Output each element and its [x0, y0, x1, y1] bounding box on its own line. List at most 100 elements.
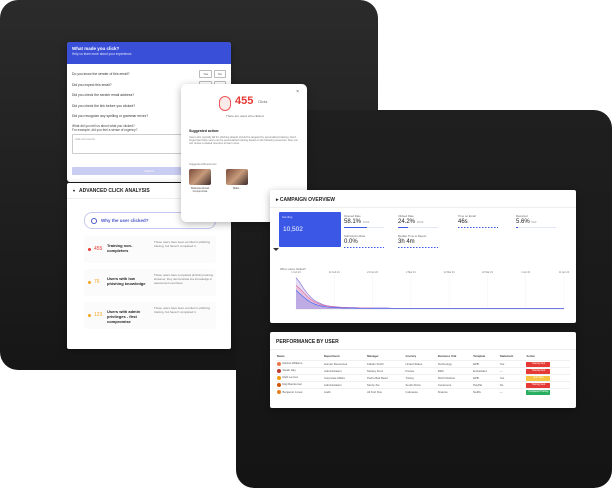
kpi-value: 46s — [458, 219, 498, 225]
action-badge[interactable]: Training Sent — [526, 382, 551, 388]
cell-manager: Monty Xie — [366, 380, 405, 388]
sending-value: 10,502 — [283, 226, 303, 233]
performance-by-user-card: PERFORMANCE BY USER Name Department Manage… — [270, 332, 576, 408]
action-badge[interactable]: Quiz Sent — [526, 375, 551, 381]
user-name: Rachel Williams — [282, 361, 303, 366]
column-header[interactable]: Department — [323, 352, 366, 360]
kpi-value: 0.0% — [344, 239, 384, 245]
collapse-icon[interactable]: ▾ — [73, 188, 75, 193]
user-name: Benjamin Jones — [282, 389, 303, 394]
cell-department: Human Resources — [322, 359, 367, 367]
cell-statement: No — [498, 380, 526, 388]
expand-icon[interactable] — [273, 248, 279, 251]
segment-count: 76 — [94, 279, 100, 285]
column-header[interactable]: Manager — [366, 352, 404, 360]
table-row[interactable]: Raji Ramkumar Administration Monty Xie Sout… — [276, 380, 570, 388]
x-tick-label: 22 Mar 24 — [482, 271, 493, 274]
table-row[interactable]: Sarah Hay Administration Mosley Knox France… — [276, 366, 570, 374]
series-line — [295, 277, 564, 309]
question-text: Did you recognize any spelling or gramma… — [72, 114, 149, 119]
segment-description: These users have been enrolled in phishi… — [154, 306, 210, 314]
column-header[interactable]: Template — [472, 352, 499, 360]
cell-statement: Yes — [498, 359, 526, 367]
kpi-sub: 6104 — [362, 220, 370, 224]
segment-label: Users with low phishing knowledge — [107, 276, 146, 286]
cell-country: United States — [404, 359, 437, 367]
cell-department: Administration — [322, 380, 367, 388]
table-row[interactable]: Rachel Williams Human Resources Fabian Smi… — [276, 359, 570, 367]
column-header[interactable]: Action — [525, 352, 570, 360]
click-segment[interactable]: 123 Users with admin privileges - first c… — [84, 302, 216, 329]
cell-name: Rahi Lennox — [276, 373, 323, 381]
resource-thumbnail[interactable] — [226, 169, 248, 185]
cell-action: Quiz Sent — [525, 373, 570, 381]
resources-label: Suggested Resources — [189, 162, 217, 166]
x-tick-label: 21 Feb 24 — [367, 271, 378, 274]
series-line — [295, 284, 564, 309]
table-row[interactable]: Benjamin Jones Audit Ali Kurt Nox Indonesia… — [276, 387, 570, 395]
column-header[interactable]: Business Unit — [437, 352, 472, 360]
kpi-tile[interactable]: Submission Rate 0.0% — [344, 234, 384, 248]
segment-dot — [88, 281, 91, 284]
cell-name: Rachel Williams — [276, 359, 323, 367]
divider — [270, 207, 576, 208]
click-segment[interactable]: 76 Users with low phishing knowledge These… — [84, 269, 216, 296]
cell-statement: — — [498, 387, 526, 395]
yes-button[interactable]: Yes — [199, 70, 213, 79]
column-header[interactable]: Country — [405, 352, 437, 360]
kpi-label: Time on Email — [458, 214, 476, 218]
kpi-tile[interactable]: Clicked Rate 24.2% 2545 — [398, 214, 438, 228]
kpi-sub: 593 — [531, 220, 537, 224]
kpi-label: Clicked Rate — [398, 214, 414, 218]
cell-action: Training Sent — [525, 359, 570, 367]
survey-question-row: Do you know the sender of this email? Yes… — [67, 69, 231, 80]
kpi-label: Submission Rate — [344, 234, 366, 238]
divider — [270, 349, 576, 350]
action-badge[interactable]: Training Sent — [526, 368, 551, 374]
overview-title[interactable]: ▸ CAMPAIGN OVERVIEW — [276, 197, 335, 203]
cell-manager: Pedro Bell Read — [366, 373, 405, 381]
suggested-action-text: Users who typically fall for phishing at… — [189, 136, 298, 146]
cell-name: Benjamin Jones — [276, 387, 323, 395]
kpi-label: Reported — [516, 214, 528, 218]
kpi-progress-fill — [344, 226, 368, 228]
cell-country: Turkey — [404, 373, 437, 381]
column-header[interactable]: Name — [276, 352, 323, 360]
yes-no-toggle: YesNo — [199, 70, 226, 79]
kpi-value: 3h 4m — [398, 239, 438, 245]
kpi-tile[interactable]: Opened Rate 58.1% 6104 — [344, 214, 384, 228]
question-text: Did you check the link before you clicke… — [72, 103, 136, 108]
action-badge[interactable]: Training Sent — [526, 361, 551, 367]
click-segment[interactable]: 455 Training non-completers These users ha… — [84, 236, 216, 263]
kpi-value-text: 24.2% — [398, 219, 416, 225]
kpi-value: 24.2% 2545 — [398, 219, 438, 225]
column-header[interactable]: Statement — [499, 352, 526, 360]
series-area — [296, 277, 564, 309]
avatar — [277, 375, 281, 380]
kpi-progress-bar — [516, 226, 556, 228]
kpi-progress-bar — [344, 226, 384, 228]
campaign-overview-card: ▸ CAMPAIGN OVERVIEW Sending 10,502 Opene… — [270, 190, 576, 323]
kpi-tile[interactable]: Time on Email 46s — [458, 214, 498, 228]
sending-tile[interactable]: Sending 10,502 — [279, 212, 341, 247]
no-button[interactable]: No — [214, 70, 226, 79]
action-badge[interactable]: Completed Training — [526, 389, 551, 395]
user-name: Raji Ramkumar — [282, 382, 302, 387]
resource-thumbnail[interactable] — [189, 169, 211, 185]
kpi-tile[interactable]: Median Time to Report 3h 4m — [398, 234, 438, 248]
cell-template: Embedded — [472, 366, 499, 374]
segment-count: 123 — [94, 312, 103, 318]
kpi-progress-fill — [516, 226, 519, 228]
question-text: Do you know the sender of this email? — [72, 72, 130, 77]
kpi-progress-bar — [458, 226, 498, 228]
question-text: Did you check the sender email address? — [72, 93, 135, 98]
cell-template: EPB — [472, 373, 499, 381]
table-row[interactable]: Rahi Lennox Corporate Affairs Pedro Bell R… — [276, 373, 570, 381]
close-icon[interactable]: × — [296, 89, 299, 95]
kpi-tile[interactable]: Reported 5.6% 593 — [516, 214, 556, 228]
cell-manager: Ali Kurt Nox — [366, 387, 405, 395]
kpi-value-text: 58.1% — [344, 219, 362, 225]
cell-department: Administration — [322, 366, 367, 374]
cell-template: EPB — [472, 359, 499, 367]
click-count-caption: There are users who clicked — [226, 114, 264, 118]
